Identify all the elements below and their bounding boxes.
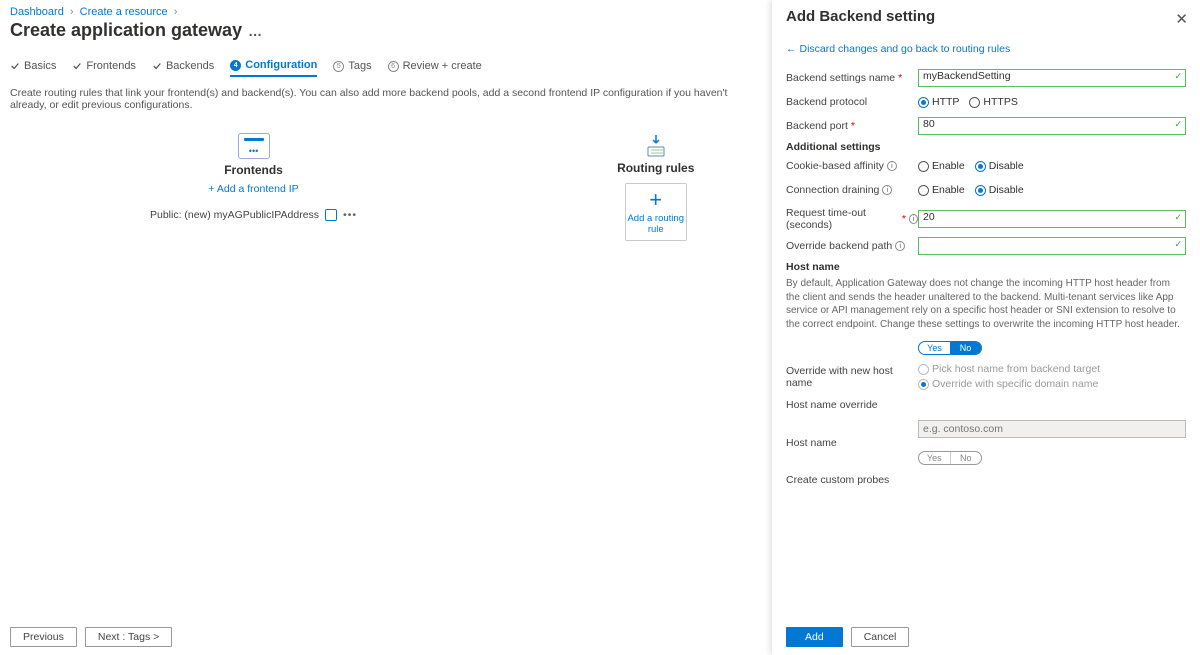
protocol-https-radio[interactable]: HTTPS: [969, 96, 1017, 108]
hostname-yes-no: Yes No: [918, 451, 982, 465]
wizard-tabs: Basics Frontends Backends 4Configuration…: [10, 59, 750, 77]
tab-basics[interactable]: Basics: [10, 59, 56, 77]
info-icon[interactable]: i: [895, 241, 905, 251]
add-button[interactable]: Add: [786, 627, 843, 647]
override-domain-radio[interactable]: Override with specific domain name: [918, 378, 1098, 390]
add-routing-rule-card[interactable]: + Add a routing rule: [625, 183, 687, 241]
drain-enable-radio[interactable]: Enable: [918, 184, 965, 196]
tab-review[interactable]: 6Review + create: [388, 59, 482, 77]
info-icon[interactable]: i: [887, 161, 897, 171]
additional-settings-heading: Additional settings: [786, 141, 1186, 153]
add-frontend-ip-link[interactable]: + Add a frontend IP: [150, 183, 357, 195]
edit-frontend-icon[interactable]: [325, 209, 337, 221]
cancel-button[interactable]: Cancel: [851, 627, 910, 647]
config-description: Create routing rules that link your fron…: [10, 87, 750, 111]
frontend-icon: [238, 133, 270, 159]
frontend-entry: Public: (new) myAGPublicIPAddress: [150, 209, 319, 221]
tab-configuration[interactable]: 4Configuration: [230, 59, 317, 77]
tab-frontends[interactable]: Frontends: [72, 59, 136, 77]
hostname-hint: By default, Application Gateway does not…: [786, 277, 1186, 331]
discard-link[interactable]: ← Discard changes and go back to routing…: [786, 43, 1186, 55]
affinity-disable-radio[interactable]: Disable: [975, 160, 1024, 172]
page-title: Create application gateway…: [10, 20, 750, 41]
routing-download-icon: [642, 133, 670, 157]
breadcrumb-create-resource[interactable]: Create a resource: [80, 6, 168, 18]
previous-button[interactable]: Previous: [10, 627, 77, 647]
tab-backends[interactable]: Backends: [152, 59, 214, 77]
routing-rules-block: Routing rules + Add a routing rule: [617, 133, 694, 241]
timeout-input[interactable]: 20✓: [918, 210, 1186, 228]
pick-backend-radio[interactable]: Pick host name from backend target: [918, 363, 1100, 375]
tab-tags[interactable]: 5Tags: [333, 59, 371, 77]
override-path-input[interactable]: ✓: [918, 237, 1186, 255]
hostname-input: [918, 420, 1186, 438]
frontend-more-icon[interactable]: •••: [343, 209, 357, 221]
protocol-http-radio[interactable]: HTTP: [918, 96, 959, 108]
plus-icon: +: [649, 189, 662, 211]
custom-probes-label: Create custom probes: [786, 474, 918, 486]
backend-name-input[interactable]: myBackendSetting✓: [918, 69, 1186, 87]
breadcrumb: Dashboard › Create a resource ›: [10, 6, 750, 18]
drain-disable-radio[interactable]: Disable: [975, 184, 1024, 196]
backend-port-input[interactable]: 80✓: [918, 117, 1186, 135]
arrow-left-icon: ←: [786, 43, 797, 55]
panel-title: Add Backend setting: [786, 8, 1186, 25]
info-icon[interactable]: i: [882, 185, 892, 195]
next-button[interactable]: Next : Tags >: [85, 627, 172, 647]
breadcrumb-dashboard[interactable]: Dashboard: [10, 6, 64, 18]
hostname-override-toggle[interactable]: Yes No: [918, 341, 982, 355]
more-icon[interactable]: …: [248, 23, 262, 39]
close-icon[interactable]: ✕: [1175, 10, 1188, 28]
add-backend-setting-panel: ✕ Add Backend setting ← Discard changes …: [772, 0, 1200, 655]
hostname-heading: Host name: [786, 261, 1186, 273]
affinity-enable-radio[interactable]: Enable: [918, 160, 965, 172]
info-icon[interactable]: i: [909, 214, 918, 224]
frontends-block: Frontends + Add a frontend IP Public: (n…: [150, 133, 357, 241]
